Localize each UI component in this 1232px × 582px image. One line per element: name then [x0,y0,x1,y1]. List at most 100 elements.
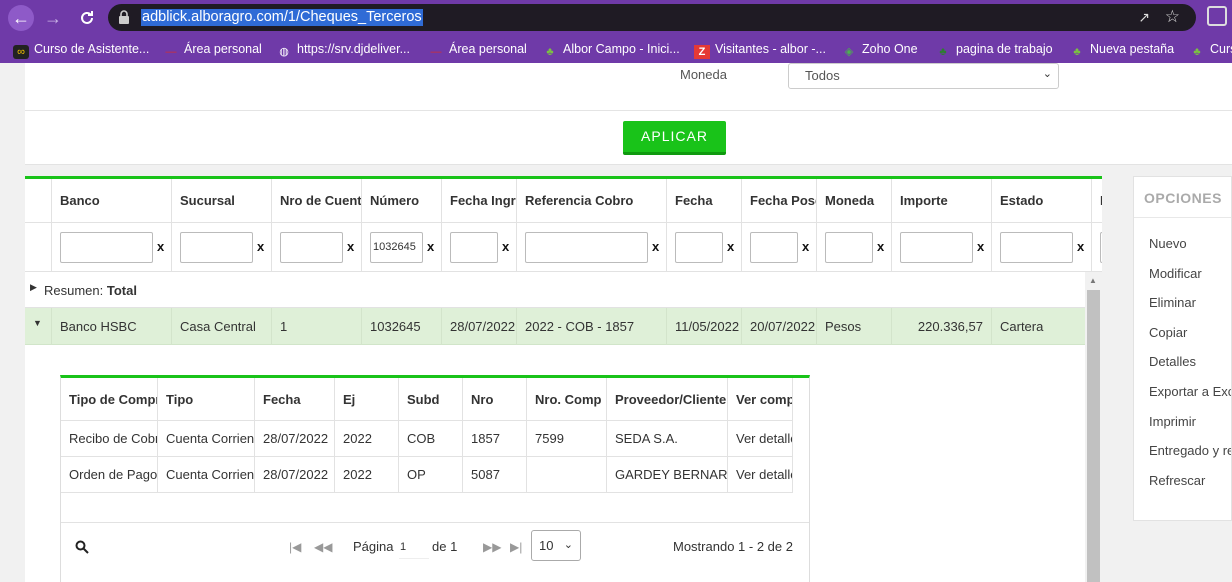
detail-cell: COB [399,421,463,457]
bookmark-item[interactable]: ◈ Zoho One [841,41,918,58]
bookmark-item[interactable]: ♣ Nueva pestaña [1069,41,1174,58]
back-button[interactable]: ← [8,5,34,31]
moneda-select[interactable]: Todos ⌄ [788,63,1059,89]
cheques-grid: Banco Sucursal Nro de Cuenta Número Fech… [25,176,1102,582]
clear-filter-button[interactable]: x [1077,239,1084,254]
column-header[interactable]: Nro de Cuenta [272,179,362,223]
bookmark-item[interactable]: ♣Curs [1189,41,1232,58]
column-header[interactable]: Estado [992,179,1092,223]
app-content: Moneda Todos ⌄ APLICAR Banco Sucursal Nr… [0,63,1232,582]
filter-input-fecha-ingreso[interactable] [450,232,498,263]
column-header[interactable]: Ver comprobante [728,378,793,421]
search-icon[interactable] [75,540,89,554]
clear-filter-button[interactable]: x [502,239,509,254]
filter-input-referencia[interactable] [525,232,648,263]
bookmark-item[interactable]: Z Visitantes - albor -... [694,41,826,59]
table-row[interactable]: ▼ Banco HSBC Casa Central 1 1032645 28/0… [25,308,1085,345]
clear-filter-button[interactable]: x [652,239,659,254]
filter-cell: x [667,223,742,272]
address-bar[interactable]: adblick.alboragro.com/1/Cheques_Terceros… [108,4,1196,31]
bookmark-item[interactable]: ◍ https://srv.djdeliver... [276,41,410,58]
bookmark-item[interactable]: — Área personal [428,41,527,58]
share-icon[interactable]: ↗ [1138,9,1150,26]
column-header[interactable]: Proveedor/Cliente [607,378,728,421]
caret-right-icon[interactable]: ▶ [30,282,37,293]
column-header[interactable]: Nro. Comp [527,378,607,421]
clear-filter-button[interactable]: x [157,239,164,254]
page-number-input[interactable]: 1 [399,537,429,559]
column-header[interactable]: Número [362,179,442,223]
column-header[interactable]: Sucursal [172,179,272,223]
filter-input-nro-cuenta[interactable] [280,232,343,263]
next-page-icon[interactable]: ▶▶ [483,540,501,554]
prev-page-icon[interactable]: ◀◀ [314,540,332,554]
clear-filter-button[interactable]: x [257,239,264,254]
column-header[interactable]: Banco [52,179,172,223]
filter-input-importe[interactable] [900,232,973,263]
first-page-icon[interactable]: |◀ [289,540,301,554]
column-header[interactable]: Subd [399,378,463,421]
page-size-select[interactable]: 10 ⌄ [531,530,581,561]
clear-filter-button[interactable]: x [727,239,734,254]
filter-input-banco[interactable] [60,232,153,263]
option-entregado[interactable]: Entregado y recibido [1149,443,1231,458]
summary-row[interactable]: ▶ Resumen: Total [25,272,1085,308]
reload-button[interactable] [74,5,100,31]
filter-input-extra[interactable] [1100,232,1102,263]
column-header[interactable]: Referencia Cobro [517,179,667,223]
option-exportar[interactable]: Exportar a Excel [1149,384,1231,399]
cube-icon: ◈ [844,46,854,58]
option-eliminar[interactable]: Eliminar [1149,295,1196,310]
detail-cell: 28/07/2022 [255,421,335,457]
filter-cell: x [442,223,517,272]
column-header[interactable]: Fecha Posdatado [742,179,817,223]
option-copiar[interactable]: Copiar [1149,325,1187,340]
scroll-up-icon[interactable]: ▲ [1089,276,1097,285]
forward-button[interactable]: → [40,5,66,31]
filter-input-fecha[interactable] [675,232,723,263]
url-text[interactable]: adblick.alboragro.com/1/Cheques_Terceros [141,9,423,26]
option-modificar[interactable]: Modificar [1149,266,1202,281]
scroll-thumb[interactable] [1087,290,1100,582]
bookmark-item[interactable]: — Área personal [163,41,262,58]
column-header[interactable]: I [1092,179,1102,223]
header-expander [25,179,52,223]
bookmark-star-icon[interactable]: ☆ [1165,7,1180,27]
cell-banco: Banco HSBC [52,308,172,345]
ver-detalle-link[interactable]: Ver detalle [728,421,793,457]
clear-filter-button[interactable]: x [977,239,984,254]
column-header[interactable]: Tipo de Comprobante [61,378,158,421]
column-header[interactable]: Ej [335,378,399,421]
column-header[interactable]: Fecha [667,179,742,223]
option-nuevo[interactable]: Nuevo [1149,236,1187,251]
caret-down-icon[interactable]: ▼ [33,308,42,338]
filter-input-fecha-posdatado[interactable] [750,232,798,263]
filter-input-moneda[interactable] [825,232,873,263]
option-detalles[interactable]: Detalles [1149,354,1196,369]
last-page-icon[interactable]: ▶| [510,540,522,554]
ver-detalle-link[interactable]: Ver detalle [728,457,793,493]
filter-input-sucursal[interactable] [180,232,253,263]
bookmark-item[interactable]: ♣ pagina de trabajo [935,41,1052,58]
column-header[interactable]: Moneda [817,179,892,223]
column-header[interactable]: Nro [463,378,527,421]
filter-input-estado[interactable] [1000,232,1073,263]
column-header[interactable]: Fecha [255,378,335,421]
column-header[interactable]: Importe [892,179,992,223]
filter-input-numero[interactable]: 1032645 [370,232,423,263]
row-expander[interactable]: ▼ [25,308,52,345]
column-header[interactable]: Fecha Ingreso [442,179,517,223]
vertical-scrollbar[interactable]: ▲ [1085,272,1102,582]
clear-filter-button[interactable]: x [427,239,434,254]
column-header[interactable]: Tipo [158,378,255,421]
extensions-icon[interactable] [1207,6,1227,26]
apply-button[interactable]: APLICAR [623,121,726,155]
bookmark-item[interactable]: ∞ Curso de Asistente... [13,41,149,59]
clear-filter-button[interactable]: x [347,239,354,254]
clear-filter-button[interactable]: x [877,239,884,254]
clear-filter-button[interactable]: x [802,239,809,254]
bookmark-item[interactable]: ♣ Albor Campo - Inici... [542,41,679,58]
page-count: de 1 [432,539,458,554]
option-imprimir[interactable]: Imprimir [1149,414,1196,429]
option-refrescar[interactable]: Refrescar [1149,473,1205,488]
